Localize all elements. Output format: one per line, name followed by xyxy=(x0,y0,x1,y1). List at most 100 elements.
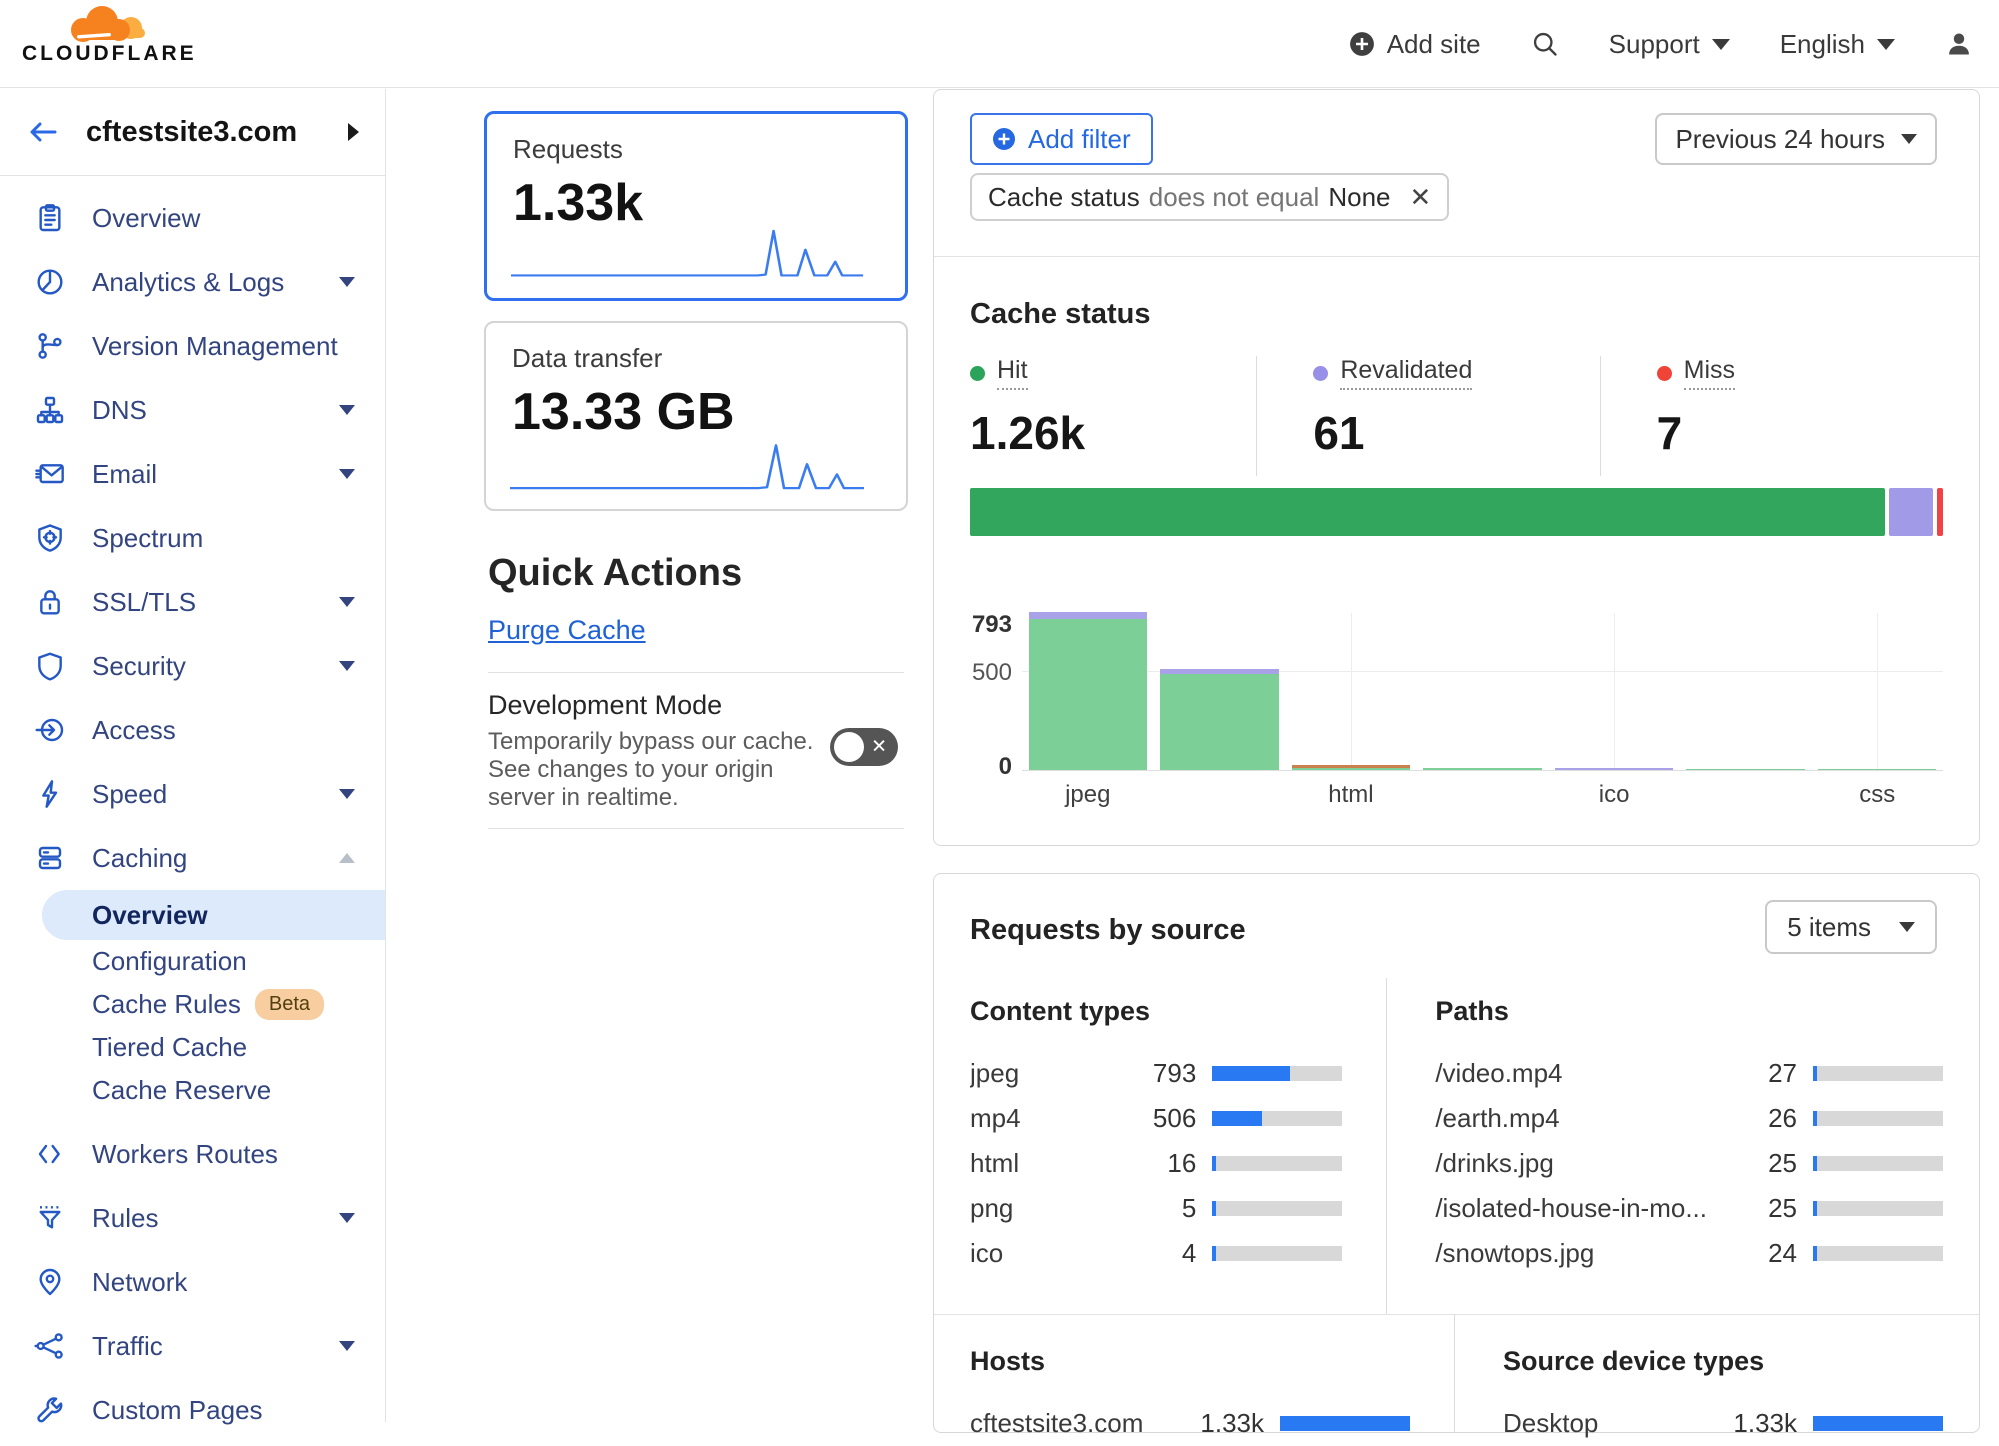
legend-dot-icon xyxy=(1313,366,1328,381)
sidebar-subitem-label: Configuration xyxy=(92,946,247,977)
bar-png[interactable] xyxy=(1423,768,1541,771)
sidebar-item-traffic[interactable]: Traffic xyxy=(0,1314,385,1378)
sidebar-item-caching[interactable]: Caching xyxy=(0,826,385,890)
site-switcher-caret-icon[interactable] xyxy=(348,123,359,141)
source-row-ico[interactable]: ico4 xyxy=(970,1231,1342,1276)
sidebar-item-label: Security xyxy=(92,651,313,682)
time-range-dropdown[interactable]: Previous 24 hours xyxy=(1655,113,1937,165)
workers-icon xyxy=(34,1138,66,1170)
bar-slot-css xyxy=(1811,613,1943,770)
bar-unlabeled-5[interactable] xyxy=(1686,769,1804,770)
filter-field: Cache status xyxy=(988,182,1140,213)
requests-by-source-panel: Requests by source 5 items Content types… xyxy=(933,873,1980,1433)
source-row-png[interactable]: png5 xyxy=(970,1186,1342,1231)
user-account-icon[interactable] xyxy=(1945,30,1973,58)
sidebar-item-dns[interactable]: DNS xyxy=(0,378,385,442)
source-row-mp4[interactable]: mp4506 xyxy=(970,1096,1342,1141)
language-menu[interactable]: English xyxy=(1780,29,1895,60)
bar-html[interactable] xyxy=(1292,765,1410,770)
cache-status-panel: Add filter Previous 24 hours Cache statu… xyxy=(933,89,1980,846)
divider xyxy=(488,828,904,829)
source-row-snowtops-jpg[interactable]: /snowtops.jpg24 xyxy=(1435,1231,1943,1276)
filter-chip[interactable]: Cache status does not equal None ✕ xyxy=(970,173,1449,221)
add-filter-button[interactable]: Add filter xyxy=(970,113,1153,165)
stat-label[interactable]: Hit xyxy=(997,356,1028,390)
legend-dot-icon xyxy=(1657,366,1672,381)
source-section-hosts: Hostscftestsite3.com1.33k xyxy=(970,1314,1454,1432)
source-row-html[interactable]: html16 xyxy=(970,1141,1342,1186)
source-row-earth-mp4[interactable]: /earth.mp426 xyxy=(1435,1096,1943,1141)
support-label: Support xyxy=(1609,29,1700,60)
bar-slot-mp4 xyxy=(1154,613,1286,770)
source-row-label: cftestsite3.com xyxy=(970,1408,1174,1439)
access-icon xyxy=(34,714,66,746)
bar-segment-hit xyxy=(1029,619,1147,770)
sidebar-item-label: Rules xyxy=(92,1203,313,1234)
sidebar-item-speed[interactable]: Speed xyxy=(0,762,385,826)
chevron-down-icon xyxy=(339,405,355,415)
back-arrow-icon[interactable] xyxy=(28,120,58,144)
source-row-cftestsite3-com[interactable]: cftestsite3.com1.33k xyxy=(970,1401,1410,1446)
sidebar-item-label: Caching xyxy=(92,843,313,874)
source-row-video-mp4[interactable]: /video.mp427 xyxy=(1435,1051,1943,1096)
sidebar-subitem-cache-rules[interactable]: Cache RulesBeta xyxy=(42,983,385,1026)
add-site-button[interactable]: Add site xyxy=(1349,29,1481,60)
sidebar-subitem-overview[interactable]: Overview xyxy=(42,890,385,940)
sidebar-item-version-management[interactable]: Version Management xyxy=(0,314,385,378)
development-mode-toggle[interactable]: ✕ xyxy=(830,728,898,766)
security-icon xyxy=(34,650,66,682)
stacked-segment-revalidated xyxy=(1889,488,1934,536)
sidebar-item-label: Analytics & Logs xyxy=(92,267,313,298)
source-row-label: Desktop xyxy=(1503,1408,1707,1439)
sidebar-item-label: Workers Routes xyxy=(92,1139,355,1170)
sidebar-item-overview[interactable]: Overview xyxy=(0,186,385,250)
sidebar-item-spectrum[interactable]: Spectrum xyxy=(0,506,385,570)
filter-operator: does not equal xyxy=(1149,182,1320,213)
items-count-dropdown[interactable]: 5 items xyxy=(1765,900,1937,954)
stat-label[interactable]: Revalidated xyxy=(1340,356,1472,390)
source-section-title: Source device types xyxy=(1503,1346,1943,1377)
bar-mp4[interactable] xyxy=(1160,669,1278,770)
site-selector-row: cftestsite3.com xyxy=(0,89,385,176)
sidebar-item-security[interactable]: Security xyxy=(0,634,385,698)
source-row-value: 1.33k xyxy=(1174,1408,1264,1439)
requests-metric-card[interactable]: Requests 1.33k xyxy=(484,111,908,301)
sidebar-item-analytics-logs[interactable]: Analytics & Logs xyxy=(0,250,385,314)
source-row-bar xyxy=(1813,1416,1943,1431)
source-row-value: 16 xyxy=(1106,1148,1196,1179)
remove-filter-icon[interactable]: ✕ xyxy=(1410,182,1432,213)
stat-label[interactable]: Miss xyxy=(1684,356,1735,390)
purge-cache-link[interactable]: Purge Cache xyxy=(488,615,646,646)
source-row-desktop[interactable]: Desktop1.33k xyxy=(1503,1401,1943,1446)
sidebar-item-email[interactable]: Email xyxy=(0,442,385,506)
sidebar-subitem-cache-reserve[interactable]: Cache Reserve xyxy=(42,1069,385,1112)
sidebar-item-label: Traffic xyxy=(92,1331,313,1362)
sidebar-subitem-tiered-cache[interactable]: Tiered Cache xyxy=(42,1026,385,1069)
bar-ico[interactable] xyxy=(1555,768,1673,771)
sidebar-item-workers-routes[interactable]: Workers Routes xyxy=(0,1122,385,1186)
sidebar-item-label: DNS xyxy=(92,395,313,426)
sidebar-item-rules[interactable]: Rules xyxy=(0,1186,385,1250)
search-icon[interactable] xyxy=(1531,30,1559,58)
sidebar-subitem-configuration[interactable]: Configuration xyxy=(42,940,385,983)
source-row-jpeg[interactable]: jpeg793 xyxy=(970,1051,1342,1096)
sidebar-item-ssl-tls[interactable]: SSL/TLS xyxy=(0,570,385,634)
data-transfer-metric-card[interactable]: Data transfer 13.33 GB xyxy=(484,321,908,511)
source-row-value: 27 xyxy=(1707,1058,1797,1089)
x-axis-labels: jpeghtmlicocss xyxy=(1022,781,1943,809)
source-row-bar xyxy=(1280,1416,1410,1431)
support-menu[interactable]: Support xyxy=(1609,29,1730,60)
source-row-bar xyxy=(1813,1111,1943,1126)
source-row-isolated-house-in-mo[interactable]: /isolated-house-in-mo...25 xyxy=(1435,1186,1943,1231)
source-row-label: /video.mp4 xyxy=(1435,1058,1707,1089)
bar-css[interactable] xyxy=(1818,769,1936,770)
bar-jpeg[interactable] xyxy=(1029,612,1147,770)
cache-status-title: Cache status xyxy=(970,298,1151,331)
source-columns-top: Content typesjpeg793mp4506html16png5ico4… xyxy=(970,978,1943,1314)
sidebar-item-custom-pages[interactable]: Custom Pages xyxy=(0,1378,385,1442)
source-row-drinks-jpg[interactable]: /drinks.jpg25 xyxy=(1435,1141,1943,1186)
beta-badge: Beta xyxy=(255,989,324,1020)
sidebar-item-network[interactable]: Network xyxy=(0,1250,385,1314)
sidebar-item-access[interactable]: Access xyxy=(0,698,385,762)
sidebar-item-label: Network xyxy=(92,1267,355,1298)
